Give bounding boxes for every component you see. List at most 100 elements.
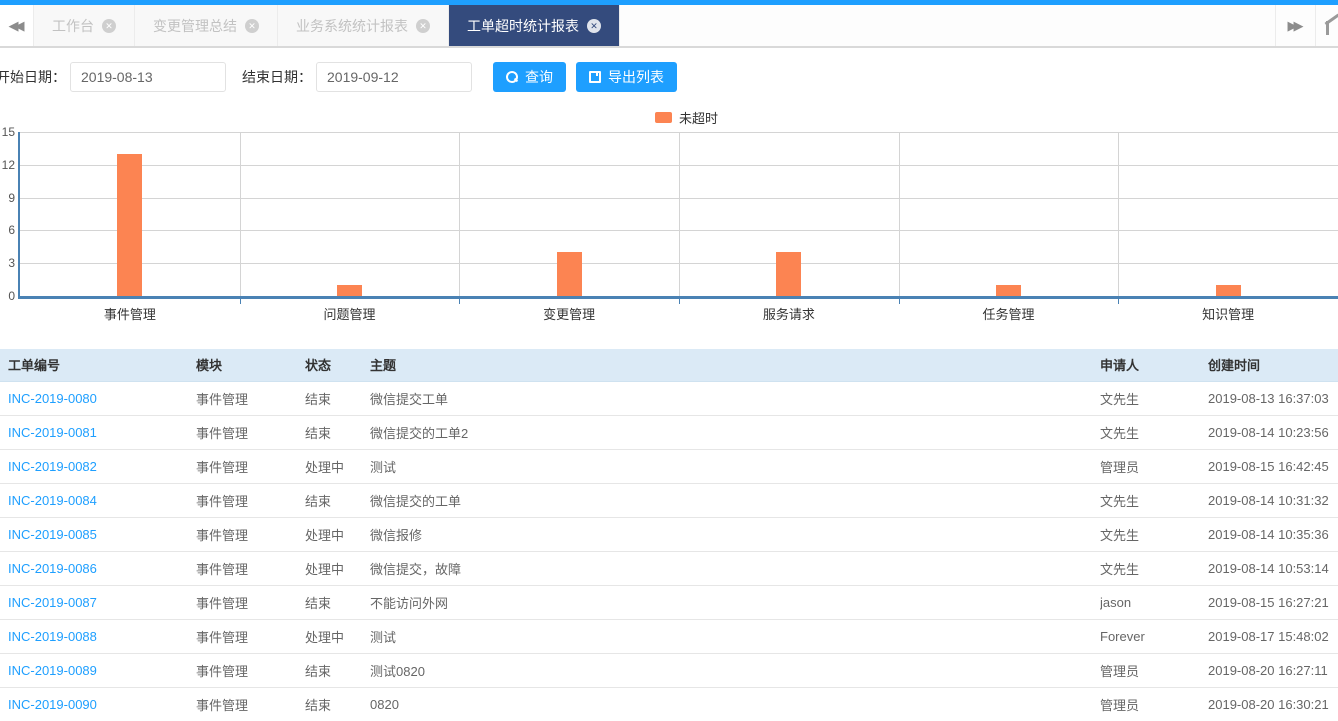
x-axis-label: 事件管理 <box>103 307 156 322</box>
gridline <box>459 132 461 296</box>
cell-work-order-no[interactable]: INC-2019-0089 <box>0 653 196 688</box>
table-cell: 文先生 <box>1100 415 1208 450</box>
cell-work-order-no[interactable]: INC-2019-0085 <box>0 517 196 552</box>
work-order-link[interactable]: INC-2019-0082 <box>8 459 97 474</box>
table-cell: 处理中 <box>305 517 370 552</box>
y-axis-label: 3 <box>8 256 15 271</box>
table-cell: 2019-08-17 15:48:02 <box>1208 619 1338 654</box>
screen: ◀◀ 工作台 ✕ 变更管理总结 ✕ 业务系统统计报表 ✕ 工单超时统计报表 ✕ … <box>0 0 1338 721</box>
cell-work-order-no[interactable]: INC-2019-0086 <box>0 551 196 586</box>
cell-work-order-no[interactable]: INC-2019-0090 <box>0 687 196 721</box>
table-cell: 文先生 <box>1100 517 1208 552</box>
x-axis-tick <box>679 299 680 304</box>
table-cell: Forever <box>1100 619 1208 654</box>
bar <box>556 252 582 296</box>
table-cell: 微信提交工单 <box>370 381 1100 416</box>
col-header-subject: 主题 <box>370 349 1100 382</box>
table-cell: 结束 <box>305 381 370 416</box>
work-order-link[interactable]: INC-2019-0086 <box>8 561 97 576</box>
bar <box>776 252 802 296</box>
bar <box>337 285 362 296</box>
table-cell: 文先生 <box>1100 551 1208 586</box>
bar <box>996 285 1021 296</box>
x-axis-tick <box>898 299 900 304</box>
col-header-created-time: 创建时间 <box>1208 349 1338 382</box>
table-cell: 微信提交的工单 <box>370 483 1100 518</box>
table-cell: 管理员 <box>1100 653 1208 688</box>
gridline <box>1118 132 1120 296</box>
x-axis-label: 任务管理 <box>982 307 1035 322</box>
table-row: INC-2019-0090 事件管理 结束 0820 管理员 2019-08-20 16:… <box>0 687 1338 721</box>
work-order-link[interactable]: INC-2019-0081 <box>8 425 97 440</box>
work-order-link[interactable]: INC-2019-0088 <box>8 629 97 644</box>
x-axis-label: 服务请求 <box>762 307 815 322</box>
table-row: INC-2019-0081 事件管理 结束 微信提交的工单2 文先生 2019-08-14… <box>0 415 1338 450</box>
table-row: INC-2019-0082 事件管理 处理中 测试 管理员 2019-08-15 16:4… <box>0 449 1338 484</box>
table-cell: 2019-08-20 16:30:21 <box>1208 687 1338 721</box>
table-cell: 管理员 <box>1100 687 1208 721</box>
y-axis-label: 12 <box>1 157 15 172</box>
gridline <box>239 132 241 296</box>
table-cell: 事件管理 <box>196 483 305 518</box>
table-cell: 不能访问外网 <box>370 585 1100 620</box>
col-header-module: 模块 <box>196 349 305 382</box>
table-row: INC-2019-0080 事件管理 结束 微信提交工单 文先生 2019-08-13 1… <box>0 381 1338 416</box>
table-header-row: 工单编号 模块 状态 主题 申请人 创建时间 <box>0 349 1338 382</box>
work-order-link[interactable]: INC-2019-0087 <box>8 595 97 610</box>
table-row: INC-2019-0087 事件管理 结束 不能访问外网 jason 2019-08-15… <box>0 585 1338 620</box>
table-row: INC-2019-0086 事件管理 处理中 微信提交，故障 文先生 2019-08-14… <box>0 551 1338 586</box>
work-order-link[interactable]: INC-2019-0090 <box>8 697 97 712</box>
cell-work-order-no[interactable]: INC-2019-0088 <box>0 619 196 654</box>
col-header-status: 状态 <box>305 349 370 382</box>
gridline <box>679 132 680 296</box>
table-row: INC-2019-0088 事件管理 处理中 测试 Forever 2019-08-17 … <box>0 619 1338 654</box>
work-order-link[interactable]: INC-2019-0084 <box>8 493 97 508</box>
table-cell: 2019-08-20 16:27:11 <box>1208 653 1338 688</box>
table-cell: 2019-08-15 16:42:45 <box>1208 449 1338 484</box>
table-cell: 测试 <box>370 619 1100 654</box>
x-axis-tick <box>459 299 461 304</box>
table-cell: 事件管理 <box>196 415 305 450</box>
table-row: INC-2019-0085 事件管理 处理中 微信报修 文先生 2019-08-14 10… <box>0 517 1338 552</box>
table-cell: 事件管理 <box>196 551 305 586</box>
table-cell: 事件管理 <box>196 653 305 688</box>
x-axis-label: 知识管理 <box>1202 307 1255 322</box>
cell-work-order-no[interactable]: INC-2019-0082 <box>0 449 196 484</box>
table-cell: 0820 <box>370 687 1100 721</box>
work-order-link[interactable]: INC-2019-0089 <box>8 663 97 678</box>
table-row: INC-2019-0089 事件管理 结束 测试0820 管理员 2019-08-20 1… <box>0 653 1338 688</box>
table-cell: 文先生 <box>1100 483 1208 518</box>
y-axis-label: 9 <box>8 190 15 205</box>
table-cell: 2019-08-14 10:23:56 <box>1208 415 1338 450</box>
col-header-work-order-no: 工单编号 <box>0 349 196 382</box>
x-axis-tick <box>239 299 241 304</box>
cell-work-order-no[interactable]: INC-2019-0087 <box>0 585 196 620</box>
table-cell: 事件管理 <box>196 687 305 721</box>
table-cell: 事件管理 <box>196 517 305 552</box>
bar-chart: 0 3 6 9 12 15 事件管理 问题管理 变更管理 服务请求 任务管理 知识管理 <box>0 0 1338 330</box>
table-cell: 2019-08-14 10:53:14 <box>1208 551 1338 586</box>
cell-work-order-no[interactable]: INC-2019-0080 <box>0 381 196 416</box>
cell-work-order-no[interactable]: INC-2019-0081 <box>0 415 196 450</box>
table-cell: 事件管理 <box>196 585 305 620</box>
table-cell: 测试 <box>370 449 1100 484</box>
table-cell: 结束 <box>305 415 370 450</box>
work-order-table: 工单编号 模块 状态 主题 申请人 创建时间 INC-2019-0080 事件管理… <box>0 349 1338 721</box>
y-axis-line <box>18 132 20 296</box>
table-cell: 事件管理 <box>196 619 305 654</box>
work-order-link[interactable]: INC-2019-0085 <box>8 527 97 542</box>
work-order-link[interactable]: INC-2019-0080 <box>8 391 97 406</box>
col-header-applicant: 申请人 <box>1100 349 1208 382</box>
table-cell: 微信报修 <box>370 517 1100 552</box>
table-row: INC-2019-0084 事件管理 结束 微信提交的工单 文先生 2019-08-14 … <box>0 483 1338 518</box>
table-cell: 处理中 <box>305 619 370 654</box>
table-cell: 微信提交，故障 <box>370 551 1100 586</box>
x-axis-label: 问题管理 <box>323 307 376 322</box>
gridline <box>898 132 900 296</box>
cell-work-order-no[interactable]: INC-2019-0084 <box>0 483 196 518</box>
table-cell: 事件管理 <box>196 449 305 484</box>
table-cell: 2019-08-14 10:35:36 <box>1208 517 1338 552</box>
table-cell: 测试0820 <box>370 653 1100 688</box>
x-axis-label: 变更管理 <box>543 307 596 322</box>
table-cell: 处理中 <box>305 551 370 586</box>
